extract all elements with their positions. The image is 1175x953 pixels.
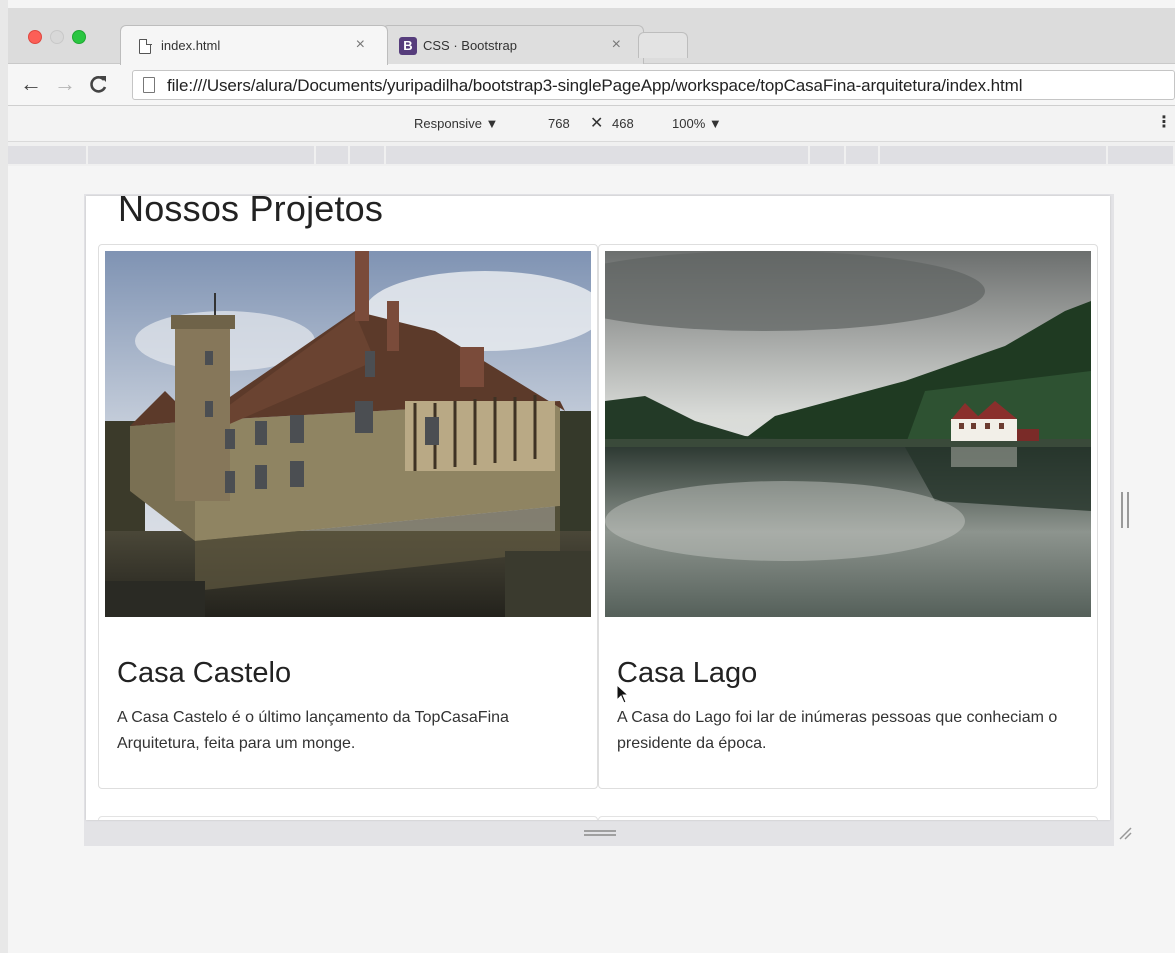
project-card [598,816,1098,820]
viewport-resize-handle-bottom[interactable] [584,830,616,836]
back-arrow-icon[interactable]: ← [20,72,42,96]
url-text[interactable]: file:///Users/alura/Documents/yuripadilh… [167,76,1023,96]
project-description: A Casa do Lago foi lar de inúmeras pesso… [617,709,1058,752]
tab-title: index.html [161,38,221,53]
device-mode-select[interactable]: Responsive ▼ [414,116,498,131]
project-card: Casa Lago A Casa do Lago foi lar de inúm… [598,244,1098,789]
close-icon[interactable]: × [356,36,365,54]
media-query-bar[interactable] [350,146,386,164]
media-query-bar[interactable] [88,146,316,164]
page-icon [143,77,155,93]
project-card [98,816,598,820]
browser-toolbar: ← → file:///Users/alura/Documents/yuripa… [8,64,1175,106]
media-query-bar[interactable] [8,146,88,164]
project-description: A Casa Castelo é o último lançamento da … [117,709,509,752]
viewport-resize-handle-corner[interactable] [1116,824,1132,840]
viewport-resize-handle-right[interactable] [1121,492,1129,528]
close-icon[interactable]: × [612,36,621,54]
tab-title: CSS · Bootstrap [423,38,517,53]
project-title: Casa Lago [617,657,758,689]
forward-arrow-icon[interactable]: → [54,72,76,96]
media-query-bar[interactable] [386,146,810,164]
tab-index-html[interactable]: index.html × [120,25,388,65]
media-query-bar[interactable] [1108,146,1175,164]
page-title: Nossos Projetos [118,196,384,229]
new-tab-button[interactable] [638,32,688,58]
media-query-bar[interactable] [316,146,350,164]
dimension-separator: ✕ [590,115,604,132]
media-query-ruler [8,142,1175,166]
emulated-viewport: Nossos Projetos Casa Castelo A Casa Cast… [86,196,1110,820]
media-query-bar[interactable] [810,146,846,164]
media-query-bar[interactable] [880,146,1108,164]
media-query-bar[interactable] [846,146,880,164]
maximize-window-button[interactable] [72,30,86,44]
page-icon [139,38,152,54]
minimize-window-button[interactable] [50,30,64,44]
browser-tab-bar: index.html × B CSS · Bootstrap × [8,8,1175,65]
window-left-edge [0,0,8,953]
lake-house-photo [605,251,1091,617]
close-window-button[interactable] [28,30,42,44]
viewport-width-input[interactable]: 768 [548,116,570,131]
more-options-icon[interactable]: ⋮ [1156,112,1172,132]
project-title: Casa Castelo [117,657,292,689]
project-card: Casa Castelo A Casa Castelo é o último l… [98,244,598,789]
mouse-cursor-icon [616,683,630,704]
address-bar[interactable]: file:///Users/alura/Documents/yuripadilh… [132,70,1175,100]
device-toolbar: Responsive ▼ 768 ✕ 468 100% ▼ ⋮ [8,106,1175,142]
tab-css-bootstrap[interactable]: B CSS · Bootstrap × [382,25,644,65]
zoom-select[interactable]: 100% ▼ [672,116,722,131]
castle-photo [105,251,591,617]
viewport-height-input[interactable]: 468 [612,116,634,131]
bootstrap-icon: B [399,37,417,55]
reload-icon[interactable] [88,72,108,101]
